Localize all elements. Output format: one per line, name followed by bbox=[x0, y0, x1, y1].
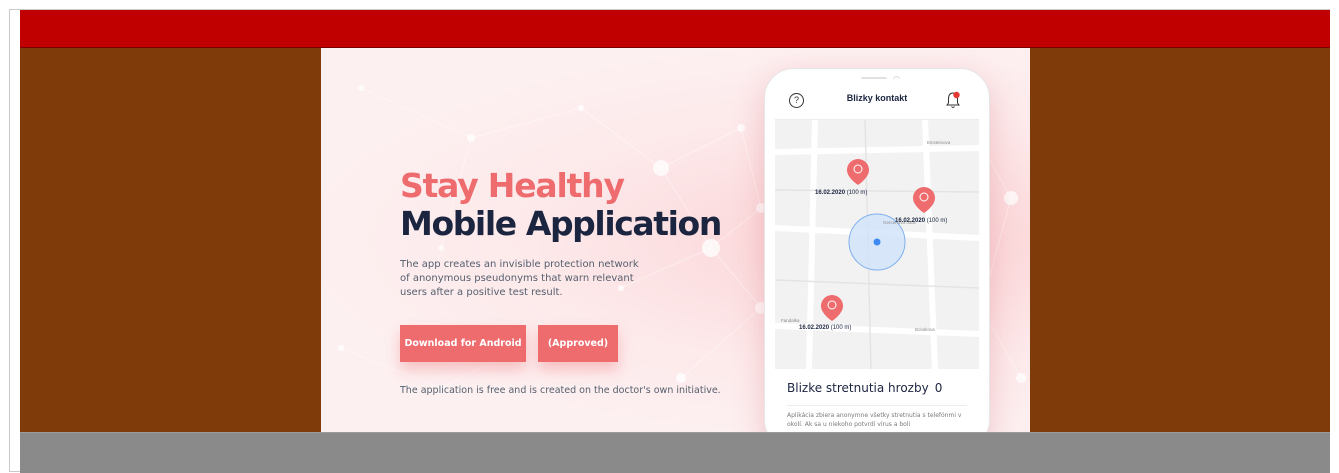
top-red-bar bbox=[20, 10, 1330, 48]
hero-description: The app creates an invisible protection … bbox=[400, 259, 639, 298]
bell-icon[interactable] bbox=[945, 91, 961, 109]
approved-button[interactable]: (Approved) bbox=[538, 325, 618, 362]
pin-label-2: 16.02.2020 (100 m) bbox=[895, 218, 948, 224]
gray-footer-bar bbox=[20, 432, 1330, 473]
map-pin-icon[interactable] bbox=[821, 295, 843, 321]
phone-screen: ? Blizky kontakt Einsteinova Gercenova u… bbox=[775, 79, 979, 432]
hero-text-block: Stay Healthy Mobile Application The app … bbox=[400, 168, 730, 300]
card-title: Blizke stretnutia hrozby 0 bbox=[787, 381, 943, 395]
map-streets bbox=[775, 119, 979, 371]
hero-title-accent: Stay Healthy bbox=[400, 166, 625, 205]
map-pin-icon[interactable] bbox=[847, 159, 869, 185]
contact-map[interactable]: Einsteinova Gercenova ulica Fandalka Bos… bbox=[775, 119, 979, 371]
street-label-bottom: Bosakova bbox=[915, 327, 935, 332]
pin-label-1: 16.02.2020 (100 m) bbox=[815, 190, 868, 196]
street-label-top: Einsteinova bbox=[927, 140, 951, 145]
street-label-left: Fandalka bbox=[781, 318, 800, 323]
encounter-count: 0 bbox=[934, 381, 943, 395]
hero-title-main: Mobile Application bbox=[400, 204, 722, 243]
free-app-note: The application is free and is created o… bbox=[400, 385, 721, 396]
map-pin-icon[interactable] bbox=[913, 187, 935, 213]
download-android-button[interactable]: Download for Android bbox=[400, 325, 526, 362]
card-divider bbox=[787, 405, 967, 406]
location-dot-icon bbox=[873, 238, 881, 246]
phone-mockup: ? Blizky kontakt Einsteinova Gercenova u… bbox=[764, 68, 990, 432]
hero-banner: Stay Healthy Mobile Application The app … bbox=[321, 48, 1030, 432]
threat-encounters-card: Blizke stretnutia hrozby 0 Aplikácia zbie… bbox=[775, 369, 979, 432]
pin-label-3: 16.02.2020 (100 m) bbox=[799, 325, 852, 331]
card-description: Aplikácia zbiera anonymne všetky stretnu… bbox=[787, 412, 962, 428]
app-header: ? Blizky kontakt bbox=[775, 79, 979, 120]
